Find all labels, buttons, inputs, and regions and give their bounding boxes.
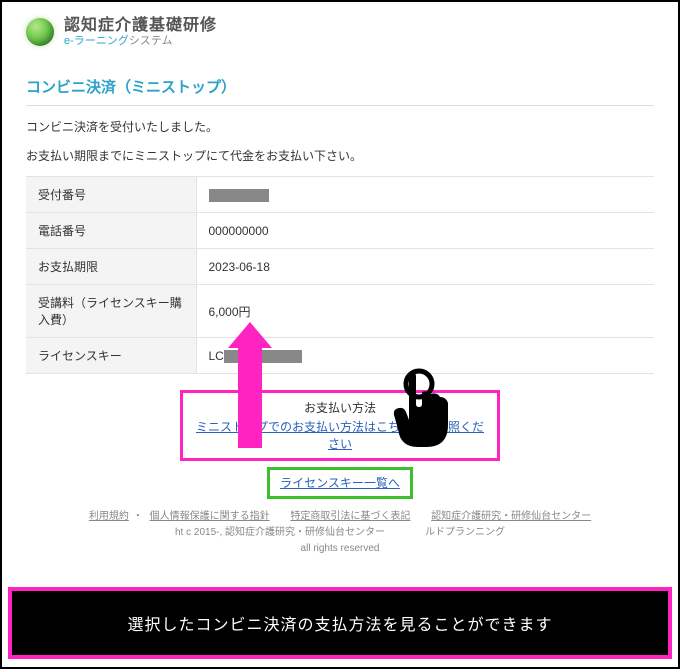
row-label: ライセンスキー <box>26 338 196 374</box>
table-row: 受講料（ライセンスキー購入費） 6,000円 <box>26 285 654 338</box>
row-label: 電話番号 <box>26 213 196 249</box>
annotation-caption: 選択したコンビニ決済の支払方法を見ることができます <box>8 587 672 659</box>
row-label: お支払期限 <box>26 249 196 285</box>
table-row: お支払期限 2023-06-18 <box>26 249 654 285</box>
row-value: 000000000 <box>196 213 654 249</box>
footer-link[interactable]: 利用規約 <box>89 511 129 522</box>
footer-copyright: ht c 2015-, 認知症介護研究・研修仙台センター ルドプランニング <box>26 525 654 541</box>
row-label: 受講料（ライセンスキー購入費） <box>26 285 196 338</box>
row-value: 2023-06-18 <box>196 249 654 285</box>
payment-details-table: 受付番号 電話番号 000000000 お支払期限 2023-06-18 受講料… <box>26 176 654 374</box>
footer-link[interactable]: 個人情報保護に関する指針 <box>150 511 270 522</box>
license-list-link[interactable]: ライセンスキー一覧へ <box>280 476 400 490</box>
footer-link[interactable]: 特定商取引法に基づく表記 <box>290 511 410 522</box>
pointer-hand-icon <box>392 368 462 458</box>
app-header: 認知症介護基礎研修 e-ラーニングシステム <box>26 10 654 58</box>
table-row: 受付番号 <box>26 177 654 213</box>
header-subtitle: e-ラーニングシステム <box>64 35 217 48</box>
license-list-box: ライセンスキー一覧へ <box>267 467 413 499</box>
footer: 利用規約・ 個人情報保護に関する指針 特定商取引法に基づく表記 認知症介護研究・… <box>26 509 654 557</box>
redacted-value <box>209 189 269 202</box>
instruction-message: お支払い期限までにミニストップにて代金をお支払い下さい。 <box>26 147 654 164</box>
row-label: 受付番号 <box>26 177 196 213</box>
page-title: コンビニ決済（ミニストップ） <box>26 76 654 106</box>
footer-link[interactable]: 認知症介護研究・研修仙台センター <box>431 511 591 522</box>
highlight-arrow-icon <box>228 322 272 452</box>
footer-rights: all rights reserved <box>26 541 654 557</box>
table-row: ライセンスキー LC <box>26 338 654 374</box>
row-value <box>196 177 654 213</box>
table-row: 電話番号 000000000 <box>26 213 654 249</box>
header-title: 認知症介護基礎研修 <box>64 16 217 35</box>
accepted-message: コンビニ決済を受付いたしました。 <box>26 118 654 135</box>
logo-icon <box>26 18 54 46</box>
